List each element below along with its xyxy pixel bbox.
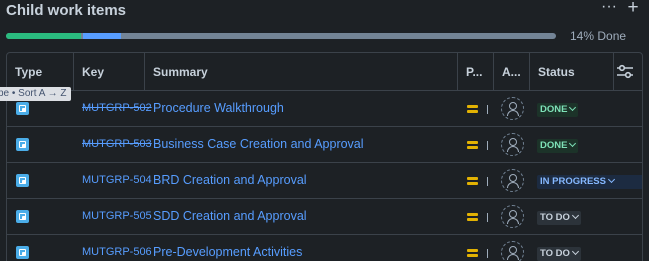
column-separator-mark <box>487 141 488 150</box>
status-dropdown[interactable]: DONE <box>537 103 579 117</box>
status-label: IN PROGRESS <box>540 176 606 187</box>
progress-percent-label: 14% Done <box>570 29 627 43</box>
column-header-key[interactable]: Key <box>74 53 145 91</box>
status-dropdown[interactable]: DONE <box>537 139 579 153</box>
issue-key-link[interactable]: MUTGRP-503 <box>82 138 152 150</box>
table-row[interactable]: MUTGRP-503 Business Case Creation and App… <box>7 127 642 163</box>
table-row[interactable]: MUTGRP-505 SDD Creation and Approval TO DO <box>7 199 642 235</box>
unassigned-avatar-icon[interactable] <box>501 133 524 156</box>
priority-medium-icon <box>467 248 478 257</box>
issue-summary-link[interactable]: Procedure Walkthrough <box>153 101 284 115</box>
table-row[interactable]: MUTGRP-502 Procedure Walkthrough DONE <box>7 91 642 127</box>
status-label: DONE <box>540 104 568 115</box>
chevron-down-icon <box>607 175 616 184</box>
column-separator-mark <box>487 177 488 186</box>
column-header-summary[interactable]: Summary <box>145 53 458 91</box>
section-header: Child work items ··· + <box>6 0 644 22</box>
priority-medium-icon <box>467 140 478 149</box>
status-label: TO DO <box>540 212 570 223</box>
unassigned-avatar-icon[interactable] <box>501 169 524 192</box>
subtask-icon <box>16 102 29 115</box>
issue-summary-link[interactable]: BRD Creation and Approval <box>153 173 307 187</box>
subtask-icon <box>16 210 29 223</box>
progress-in-progress-segment <box>83 33 121 39</box>
priority-medium-icon <box>467 104 478 113</box>
chevron-down-icon <box>569 139 577 148</box>
issue-summary-link[interactable]: Pre-Development Activities <box>153 245 302 259</box>
issue-key-link[interactable]: MUTGRP-502 <box>82 102 152 114</box>
column-separator-mark <box>487 105 488 114</box>
column-header-assignee[interactable]: A... <box>494 53 530 91</box>
chevron-down-icon <box>571 211 579 220</box>
issue-key-link[interactable]: MUTGRP-504 <box>82 174 152 186</box>
status-label: TO DO <box>540 248 570 259</box>
chevron-down-icon <box>571 247 579 256</box>
chevron-down-icon <box>569 103 577 112</box>
progress-bar <box>6 33 556 39</box>
status-dropdown[interactable]: IN PROGRESS <box>537 175 642 189</box>
add-child-item-button[interactable]: + <box>622 0 644 19</box>
sort-tooltip: pe • Sort A → Z <box>0 87 71 101</box>
child-items-table: Type Key Summary P... A... Status MUTGRP… <box>6 52 643 261</box>
priority-medium-icon <box>467 176 478 185</box>
column-header-type[interactable]: Type <box>7 53 74 91</box>
status-dropdown[interactable]: TO DO <box>537 247 581 261</box>
subtask-icon <box>16 246 29 259</box>
column-separator-mark <box>487 213 488 222</box>
section-title: Child work items <box>6 2 127 19</box>
column-header-priority[interactable]: P... <box>458 53 494 91</box>
column-header-status[interactable]: Status <box>530 53 614 91</box>
issue-key-link[interactable]: MUTGRP-506 <box>82 246 152 258</box>
table-header: Type Key Summary P... A... Status <box>7 53 642 91</box>
unassigned-avatar-icon[interactable] <box>501 205 524 228</box>
unassigned-avatar-icon[interactable] <box>501 241 524 261</box>
column-separator-mark <box>487 249 488 258</box>
more-actions-button[interactable]: ··· <box>597 0 621 18</box>
table-row[interactable]: MUTGRP-504 BRD Creation and Approval IN PR… <box>7 163 642 199</box>
progress-done-segment <box>6 33 81 39</box>
subtask-icon <box>16 138 29 151</box>
priority-medium-icon <box>467 212 478 221</box>
column-settings-icon[interactable] <box>615 63 635 81</box>
table-row[interactable]: MUTGRP-506 Pre-Development Activities TO D… <box>7 235 642 261</box>
issue-summary-link[interactable]: Business Case Creation and Approval <box>153 137 364 151</box>
issue-summary-link[interactable]: SDD Creation and Approval <box>153 209 307 223</box>
subtask-icon <box>16 174 29 187</box>
issue-key-link[interactable]: MUTGRP-505 <box>82 210 152 222</box>
status-dropdown[interactable]: TO DO <box>537 211 581 225</box>
status-label: DONE <box>540 140 568 151</box>
unassigned-avatar-icon[interactable] <box>501 97 524 120</box>
